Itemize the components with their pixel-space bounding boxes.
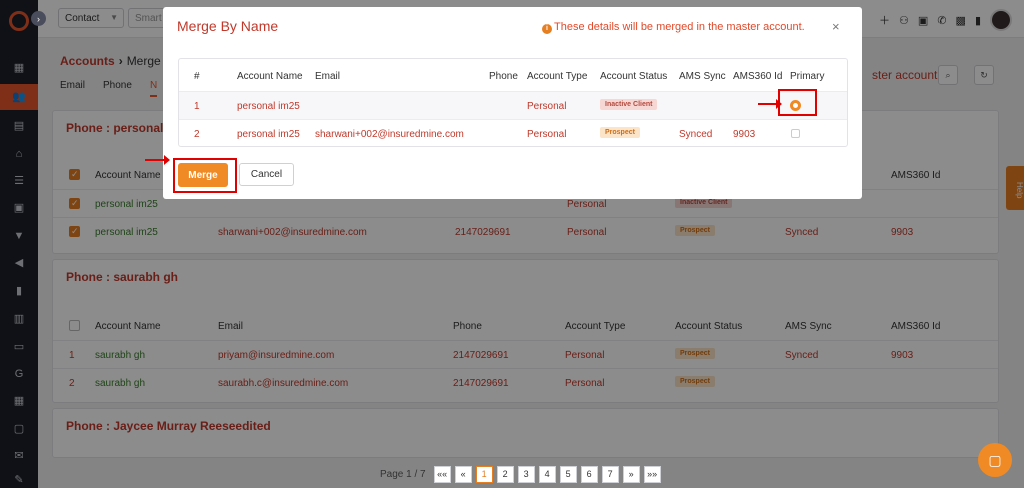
prev-page-button[interactable]: «: [454, 466, 472, 483]
merge-table: # Account Name Email Phone Account Type …: [178, 58, 848, 147]
annotation-arrow: [758, 99, 782, 109]
collapse-nav-icon[interactable]: ›: [31, 11, 46, 26]
cell-account-type: Personal: [527, 129, 567, 140]
pagination: Page 1 / 7 «« « 1 2 3 4 5 6 7 » »»: [380, 466, 661, 483]
next-page-button[interactable]: »: [622, 466, 640, 483]
page-button-4[interactable]: 4: [538, 466, 556, 483]
cell-account-name: personal im25: [237, 101, 300, 112]
last-page-button[interactable]: »»: [643, 466, 661, 483]
master-account-note: i These details will be merged in the mas…: [542, 21, 805, 34]
first-page-button[interactable]: ««: [433, 466, 451, 483]
annotation-box-primary: [778, 89, 817, 116]
table-row: 2 personal im25 sharwani+002@insuredmine…: [179, 119, 847, 147]
page-button-3[interactable]: 3: [517, 466, 535, 483]
chat-icon[interactable]: ▢: [978, 443, 1012, 477]
page-button-5[interactable]: 5: [559, 466, 577, 483]
cancel-button[interactable]: Cancel: [239, 163, 294, 186]
cell-index: 1: [194, 101, 200, 112]
cell-ams-sync: Synced: [679, 129, 713, 140]
col-email: Email: [315, 71, 341, 82]
cell-index: 2: [194, 129, 200, 140]
col-account-type: Account Type: [527, 71, 588, 82]
annotation-arrow: [145, 155, 170, 165]
page-label: Page 1 / 7: [380, 469, 426, 480]
note-text: These details will be merged in the mast…: [554, 21, 805, 33]
col-phone: Phone: [489, 71, 518, 82]
status-badge: Prospect: [600, 127, 640, 138]
col-account-status: Account Status: [600, 71, 668, 82]
col-ams-sync: AMS Sync: [679, 71, 726, 82]
status-badge: Inactive Client: [600, 99, 658, 110]
info-icon: i: [542, 24, 552, 34]
cell-email: sharwani+002@insuredmine.com: [315, 129, 464, 140]
page-button-1[interactable]: 1: [475, 466, 493, 483]
col-account-name: Account Name: [237, 71, 303, 82]
cell-ams360-id: 9903: [733, 129, 756, 140]
page-button-7[interactable]: 7: [601, 466, 619, 483]
primary-radio[interactable]: [791, 129, 800, 138]
modal-title: Merge By Name: [177, 18, 279, 34]
cell-account-name: personal im25: [237, 129, 300, 140]
col-index: #: [194, 71, 200, 82]
merge-button[interactable]: Merge: [178, 163, 228, 187]
page-button-2[interactable]: 2: [496, 466, 514, 483]
table-header: # Account Name Email Phone Account Type …: [179, 62, 847, 90]
page-button-6[interactable]: 6: [580, 466, 598, 483]
merge-by-name-modal: Merge By Name i These details will be mer…: [145, 7, 862, 199]
close-icon[interactable]: ×: [832, 19, 840, 34]
col-ams360-id: AMS360 Id: [733, 71, 783, 82]
cell-account-type: Personal: [527, 101, 567, 112]
col-primary: Primary: [790, 71, 825, 82]
table-row: 1 personal im25 Personal Inactive Client: [179, 91, 847, 119]
